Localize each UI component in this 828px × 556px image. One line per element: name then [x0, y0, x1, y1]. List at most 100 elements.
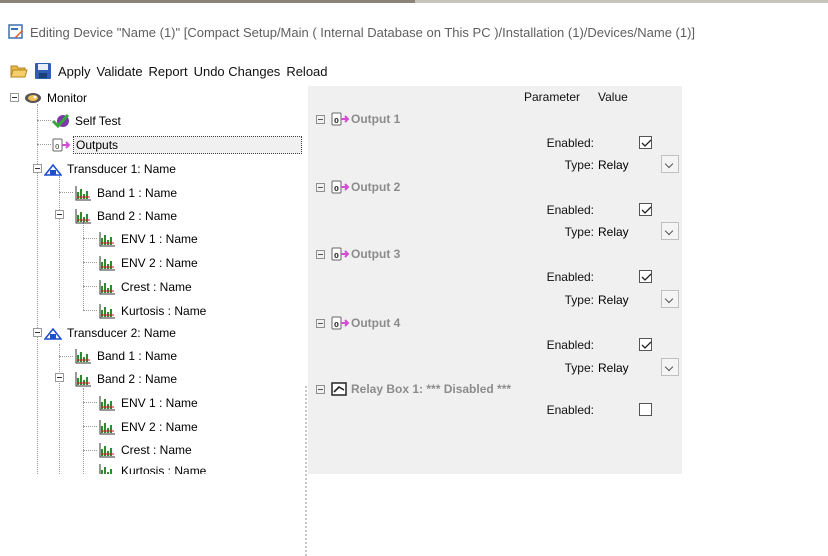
signal-chart-icon — [74, 185, 92, 201]
self-test-icon — [52, 113, 70, 129]
property-label: Enabled: — [546, 136, 594, 150]
grid-background — [308, 416, 682, 474]
report-button[interactable]: Report — [149, 64, 188, 79]
collapse-section-toggle[interactable] — [316, 318, 325, 328]
tree-guide-line — [59, 356, 73, 357]
property-label: Type: — [564, 293, 594, 307]
validate-button[interactable]: Validate — [97, 64, 143, 79]
signal-chart-icon — [74, 371, 92, 387]
type-value[interactable]: Relay — [598, 293, 629, 307]
tree-label: Monitor — [47, 91, 88, 105]
tree-label: ENV 2 : Name — [121, 420, 198, 434]
type-dropdown-button[interactable] — [661, 358, 679, 376]
tree-guide-line — [83, 222, 84, 310]
section-output-4[interactable]: 0 Output 4 — [316, 314, 400, 332]
undo-changes-button[interactable]: Undo Changes — [194, 64, 281, 79]
tree-item-monitor[interactable]: Monitor — [24, 88, 89, 108]
collapse-band2-toggle[interactable] — [55, 373, 64, 382]
section-output-2[interactable]: 0 Output 2 — [316, 178, 400, 196]
folder-open-icon[interactable] — [10, 62, 28, 80]
tree-item-env-1[interactable]: ENV 1 : Name — [98, 393, 200, 413]
section-output-3[interactable]: 0 Output 3 — [316, 245, 400, 263]
type-dropdown-button[interactable] — [661, 222, 679, 240]
signal-chart-icon — [98, 463, 116, 474]
apply-button[interactable]: Apply — [58, 64, 91, 79]
signal-chart-icon — [98, 255, 116, 271]
tree-guide-line — [83, 238, 97, 239]
type-value[interactable]: Relay — [598, 361, 629, 375]
device-tree[interactable]: Monitor Self Test 0 Outputs Transducer 1… — [0, 86, 304, 474]
section-relay-box-1[interactable]: Relay Box 1: *** Disabled *** — [316, 380, 511, 398]
tree-item-self-test[interactable]: Self Test — [52, 111, 123, 131]
window-top-strip — [0, 0, 828, 6]
tree-item-band-2[interactable]: Band 2 : Name — [74, 369, 179, 389]
tree-guide-line — [37, 120, 51, 121]
tree-item-band-1[interactable]: Band 1 : Name — [74, 183, 179, 203]
tree-label: Transducer 2: Name — [67, 326, 176, 340]
property-label: Type: — [564, 361, 594, 375]
type-value[interactable]: Relay — [598, 225, 629, 239]
type-dropdown-button[interactable] — [661, 290, 679, 308]
tree-item-band-1[interactable]: Band 1 : Name — [74, 346, 179, 366]
save-icon[interactable] — [34, 62, 52, 80]
tree-guide-line — [59, 176, 60, 318]
signal-chart-icon — [98, 419, 116, 435]
tree-guide-line — [37, 104, 38, 328]
tree-item-env-2[interactable]: ENV 2 : Name — [98, 253, 200, 273]
collapse-section-toggle[interactable] — [316, 114, 325, 124]
top-strip-left — [0, 0, 415, 3]
signal-chart-icon — [98, 303, 116, 319]
tree-item-crest[interactable]: Crest : Name — [98, 277, 194, 297]
tree-guide-line — [83, 262, 97, 263]
enabled-checkbox[interactable] — [639, 136, 652, 149]
collapse-transducer2-toggle[interactable] — [33, 328, 42, 337]
collapse-section-toggle[interactable] — [316, 249, 325, 259]
type-dropdown-button[interactable] — [661, 155, 679, 173]
top-strip-right — [415, 0, 828, 3]
transducer-icon — [44, 325, 62, 341]
transducer-icon — [44, 161, 62, 177]
tree-item-kurtosis[interactable]: Kurtosis : Name — [98, 301, 208, 321]
tree-label: Band 2 : Name — [97, 372, 178, 386]
signal-chart-icon — [74, 208, 92, 224]
collapse-section-toggle[interactable] — [316, 384, 325, 394]
tree-item-transducer-1[interactable]: Transducer 1: Name — [44, 159, 178, 179]
tree-guide-line — [37, 332, 38, 474]
section-output-1[interactable]: 0 Output 1 — [316, 110, 400, 128]
tree-item-env-1[interactable]: ENV 1 : Name — [98, 229, 200, 249]
tree-label: Kurtosis : Name — [121, 464, 207, 474]
window-title: Editing Device "Name (1)" [Compact Setup… — [30, 24, 696, 40]
tree-item-transducer-2[interactable]: Transducer 2: Name — [44, 323, 178, 343]
tree-label: Outputs — [73, 136, 302, 154]
collapse-section-toggle[interactable] — [316, 182, 325, 192]
window-title-bar: Editing Device "Name (1)" [Compact Setup… — [8, 22, 695, 42]
tree-guide-line — [83, 426, 97, 427]
collapse-band2-toggle[interactable] — [55, 210, 64, 219]
collapse-transducer1-toggle[interactable] — [33, 164, 42, 173]
tree-item-outputs[interactable]: 0 Outputs — [52, 135, 302, 155]
collapse-monitor-toggle[interactable] — [10, 93, 19, 102]
tree-label: Kurtosis : Name — [121, 304, 207, 318]
type-value[interactable]: Relay — [598, 158, 629, 172]
enabled-checkbox[interactable] — [639, 338, 652, 351]
reload-button[interactable]: Reload — [286, 64, 327, 79]
tree-item-band-2[interactable]: Band 2 : Name — [74, 206, 179, 226]
tree-guide-line — [59, 192, 73, 193]
svg-text:0: 0 — [334, 117, 339, 125]
svg-text:0: 0 — [334, 252, 339, 260]
tree-guide-line — [37, 144, 51, 145]
tree-guide-line — [83, 310, 97, 311]
enabled-checkbox[interactable] — [639, 403, 652, 416]
signal-chart-icon — [98, 395, 116, 411]
tree-item-kurtosis[interactable]: Kurtosis : Name — [98, 461, 208, 474]
signal-chart-icon — [98, 231, 116, 247]
tree-item-crest[interactable]: Crest : Name — [98, 440, 194, 460]
output-icon: 0 — [331, 315, 349, 331]
property-label: Enabled: — [546, 338, 594, 352]
tree-item-env-2[interactable]: ENV 2 : Name — [98, 417, 200, 437]
enabled-checkbox[interactable] — [639, 203, 652, 216]
property-row-type: Type: Relay — [308, 357, 682, 379]
property-grid: Parameter Value 0 Output 1 Enabled: Type… — [308, 86, 828, 474]
outputs-icon: 0 — [52, 137, 70, 153]
enabled-checkbox[interactable] — [639, 270, 652, 283]
